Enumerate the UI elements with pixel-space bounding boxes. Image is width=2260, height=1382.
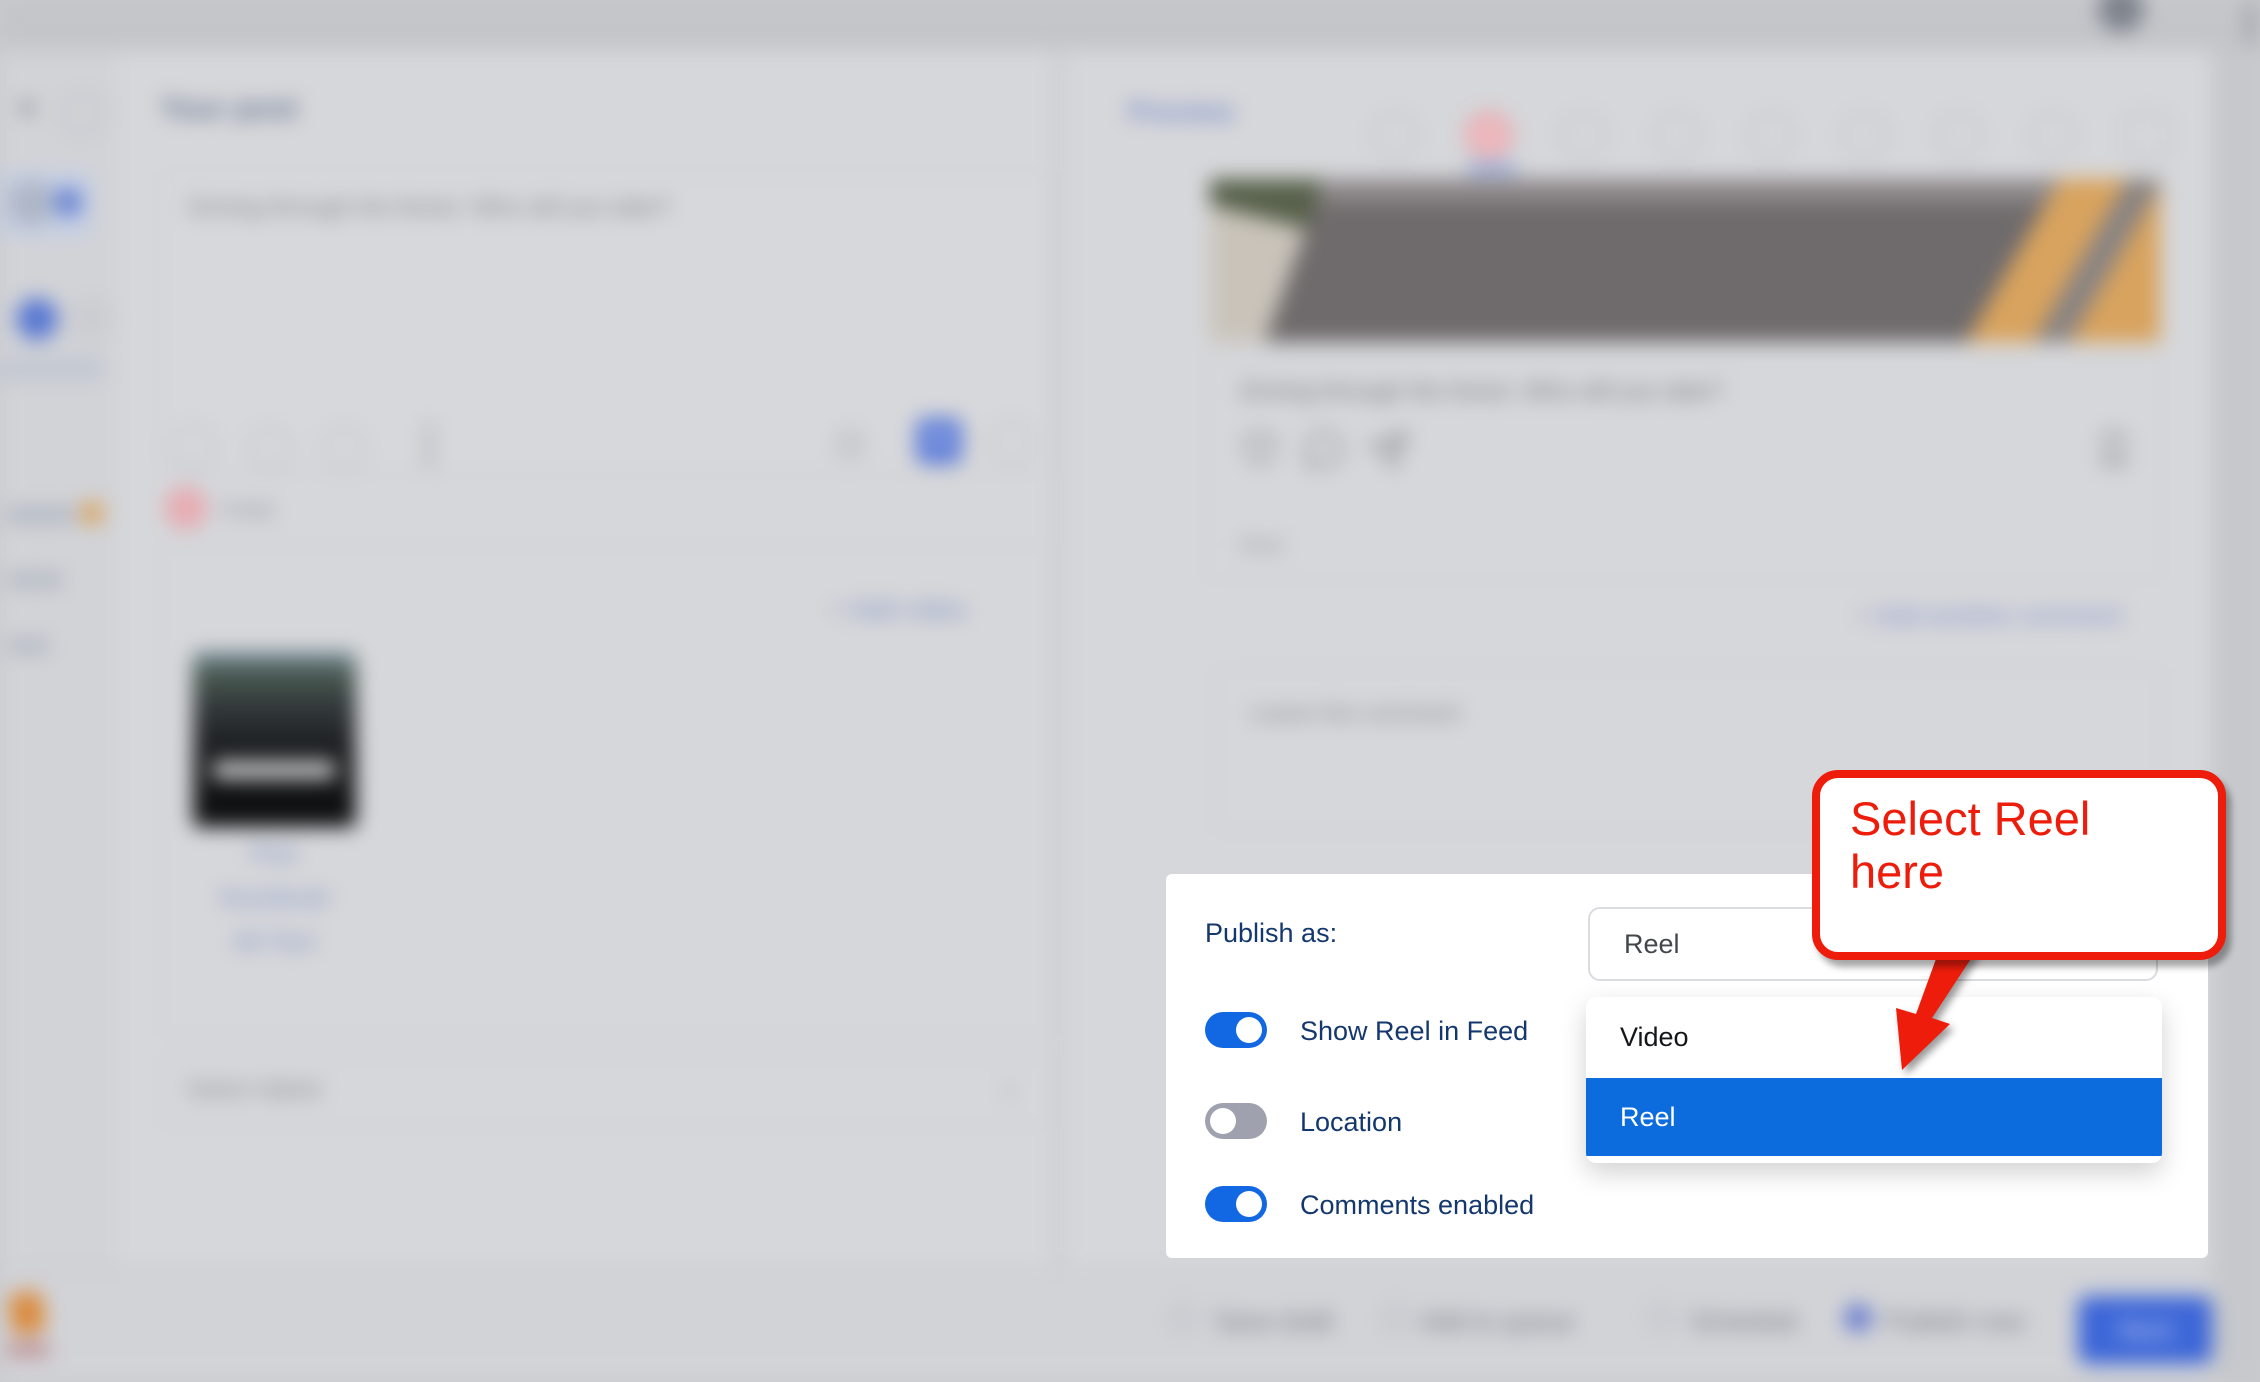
sidebar-label xyxy=(6,572,64,588)
more-options-icon[interactable] xyxy=(990,420,1034,464)
video-thumbnail[interactable] xyxy=(193,652,356,827)
add-video-button[interactable]: + Add video xyxy=(830,594,967,625)
share-icon xyxy=(1366,428,1410,477)
show-reel-in-feed-toggle[interactable] xyxy=(1205,1012,1267,1048)
post-media-image xyxy=(1210,179,2160,342)
footer-bar xyxy=(0,1270,2212,1382)
platform-icon-1[interactable] xyxy=(1372,112,1418,158)
publish-as-label: Publish as: xyxy=(1205,918,1337,949)
hashtag-icon[interactable] xyxy=(322,426,366,470)
sidebar-label xyxy=(6,638,50,654)
platform-tab-label[interactable]: Insta xyxy=(222,496,274,524)
comment-icon xyxy=(1302,428,1346,477)
comments-enabled-toggle[interactable] xyxy=(1205,1186,1267,1222)
video-thumbnail-bar xyxy=(213,762,335,778)
toggle-knob xyxy=(1236,1017,1262,1043)
add-account-icon[interactable]: + xyxy=(72,300,110,338)
instagram-glyph xyxy=(1478,124,1500,146)
platform-icon-8[interactable] xyxy=(2030,112,2076,158)
sidebar-label xyxy=(6,506,76,524)
platform-icon-3[interactable] xyxy=(1560,112,1606,158)
thumbnail-links[interactable]: Pick thumbnail Alt Text xyxy=(186,832,362,964)
add-to-queue-label[interactable]: Add to queue xyxy=(1420,1306,1575,1337)
sidebar-collapse-icon[interactable]: ▼ xyxy=(16,96,38,122)
show-reel-in-feed-label: Show Reel in Feed xyxy=(1300,1016,1528,1047)
bookmark-icon xyxy=(2092,428,2136,477)
callout-arrow xyxy=(1852,948,1992,1083)
toggle-knob xyxy=(1210,1108,1236,1134)
selected-platform-indicator xyxy=(1467,166,1517,172)
app-logo xyxy=(7,1290,47,1336)
like-icon xyxy=(1238,428,1282,477)
save-draft-label[interactable]: Save draft xyxy=(1215,1306,1334,1337)
add-to-queue-radio[interactable] xyxy=(1382,1305,1408,1331)
publish-as-selected-value: Reel xyxy=(1624,929,1680,959)
annotation-callout: Select Reel here xyxy=(1812,770,2226,960)
warning-icon xyxy=(80,501,104,525)
alt-text-link[interactable]: Alt Text xyxy=(186,920,362,964)
emoji-icon[interactable] xyxy=(172,424,216,468)
footer-divider xyxy=(0,1268,2212,1270)
account-avatar xyxy=(8,180,54,226)
comment-placeholder: Leave the comment xyxy=(1250,700,1461,728)
app-logo-text xyxy=(6,1344,50,1356)
top-navbar xyxy=(0,0,2260,50)
sidebar-circle-button[interactable] xyxy=(60,92,104,136)
remove-video-icon[interactable]: × xyxy=(338,650,352,678)
account-icon[interactable] xyxy=(16,298,58,340)
publish-now-radio-dot xyxy=(1854,1314,1862,1322)
composer-title: Your post xyxy=(160,92,298,126)
platform-icon-7[interactable] xyxy=(1936,112,1982,158)
caption-text[interactable]: Driving through the forest. Who will you… xyxy=(188,194,828,222)
location-toggle[interactable] xyxy=(1205,1103,1267,1139)
dropdown-option-reel[interactable]: Reel xyxy=(1586,1078,2162,1156)
platform-icon-4[interactable] xyxy=(1654,112,1700,158)
preview-title: Preview xyxy=(1128,96,1234,128)
platform-icon-5[interactable] xyxy=(1748,112,1794,158)
comments-enabled-label: Comments enabled xyxy=(1300,1190,1534,1221)
page-background xyxy=(2212,50,2260,1382)
selected-check-icon: ✓ xyxy=(54,188,82,216)
grid-view-icon[interactable] xyxy=(2124,112,2170,158)
callout-line-1: Select Reel xyxy=(1850,792,2218,845)
toggle-knob xyxy=(1236,1191,1262,1217)
next-button[interactable]: Next xyxy=(2078,1296,2212,1364)
pick-thumbnail-link-2[interactable]: thumbnail xyxy=(186,876,362,920)
text-cursor-icon xyxy=(424,420,434,470)
platform-icon-6[interactable] xyxy=(1842,112,1888,158)
media-library-glyph xyxy=(928,436,950,442)
preview-caption: Driving through the forest. Who will you… xyxy=(1240,378,2080,406)
pick-thumbnail-link[interactable]: Pick xyxy=(186,832,362,876)
schedule-label[interactable]: Schedule xyxy=(1690,1306,1798,1337)
sidebar-pill xyxy=(0,356,104,382)
location-label: Location xyxy=(1300,1107,1402,1138)
chevron-down-icon[interactable]: ⌄ xyxy=(998,1068,1021,1101)
save-draft-radio[interactable] xyxy=(1170,1305,1196,1331)
schedule-radio[interactable] xyxy=(1648,1305,1674,1331)
app-window: ▼ ✓ + Your post Driving through the fore… xyxy=(0,0,2260,1382)
labels-placeholder: Select labels xyxy=(186,1076,322,1104)
scrollbar[interactable] xyxy=(2246,0,2256,46)
instagram-glyph xyxy=(176,498,196,518)
callout-line-2: here xyxy=(1850,845,2218,898)
mention-icon[interactable] xyxy=(248,426,292,470)
add-comment-button[interactable]: + Add another comment xyxy=(1856,602,2122,631)
post-type-label: Reel xyxy=(1240,534,1283,558)
publish-now-label[interactable]: Publish now xyxy=(1885,1306,2025,1337)
